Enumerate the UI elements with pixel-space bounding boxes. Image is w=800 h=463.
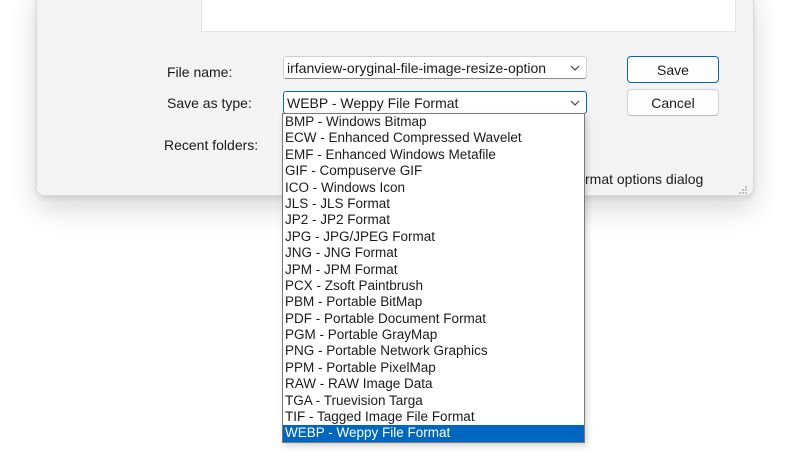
type-option[interactable]: JPG - JPG/JPEG Format xyxy=(283,229,584,245)
type-option[interactable]: TGA - Truevision Targa xyxy=(283,393,584,409)
type-option[interactable]: PGM - Portable GrayMap xyxy=(283,327,584,343)
resize-grip-icon[interactable] xyxy=(738,182,748,194)
chevron-down-icon[interactable] xyxy=(564,57,586,78)
type-option[interactable]: EMF - Enhanced Windows Metafile xyxy=(283,147,584,163)
file-name-field[interactable]: irfanview-oryginal-file-image-resize-opt… xyxy=(283,56,587,79)
type-option[interactable]: BMP - Windows Bitmap xyxy=(283,114,584,130)
save-button[interactable]: Save xyxy=(627,56,719,83)
save-as-type-value[interactable]: WEBP - Weppy File Format xyxy=(284,95,564,111)
chevron-down-icon[interactable] xyxy=(564,92,586,113)
recent-folders-label: Recent folders: xyxy=(164,137,259,153)
save-as-type-dropdown-list[interactable]: BMP - Windows Bitmap ECW - Enhanced Comp… xyxy=(282,113,585,443)
type-option[interactable]: ECW - Enhanced Compressed Wavelet xyxy=(283,130,584,146)
format-options-checkbox-label[interactable]: rmat options dialog xyxy=(585,171,703,187)
type-option[interactable]: JPM - JPM Format xyxy=(283,262,584,278)
save-as-type-select[interactable]: WEBP - Weppy File Format xyxy=(283,91,587,114)
save-as-type-label: Save as type: xyxy=(167,95,252,111)
type-option[interactable]: JP2 - JP2 Format xyxy=(283,212,584,228)
type-option[interactable]: ICO - Windows Icon xyxy=(283,180,584,196)
type-option[interactable]: PBM - Portable BitMap xyxy=(283,294,584,310)
type-option-selected[interactable]: WEBP - Weppy File Format xyxy=(283,425,584,442)
file-name-label: File name: xyxy=(167,64,233,80)
file-name-value[interactable]: irfanview-oryginal-file-image-resize-opt… xyxy=(284,60,564,76)
type-option[interactable]: PNG - Portable Network Graphics xyxy=(283,343,584,359)
type-option[interactable]: PPM - Portable PixelMap xyxy=(283,360,584,376)
type-option[interactable]: JLS - JLS Format xyxy=(283,196,584,212)
type-option[interactable]: GIF - Compuserve GIF xyxy=(283,163,584,179)
file-list-area[interactable] xyxy=(201,0,736,32)
type-option[interactable]: TIF - Tagged Image File Format xyxy=(283,409,584,425)
type-option[interactable]: PCX - Zsoft Paintbrush xyxy=(283,278,584,294)
type-option[interactable]: JNG - JNG Format xyxy=(283,245,584,261)
type-option[interactable]: PDF - Portable Document Format xyxy=(283,311,584,327)
cancel-button[interactable]: Cancel xyxy=(627,89,719,116)
type-option[interactable]: RAW - RAW Image Data xyxy=(283,376,584,392)
